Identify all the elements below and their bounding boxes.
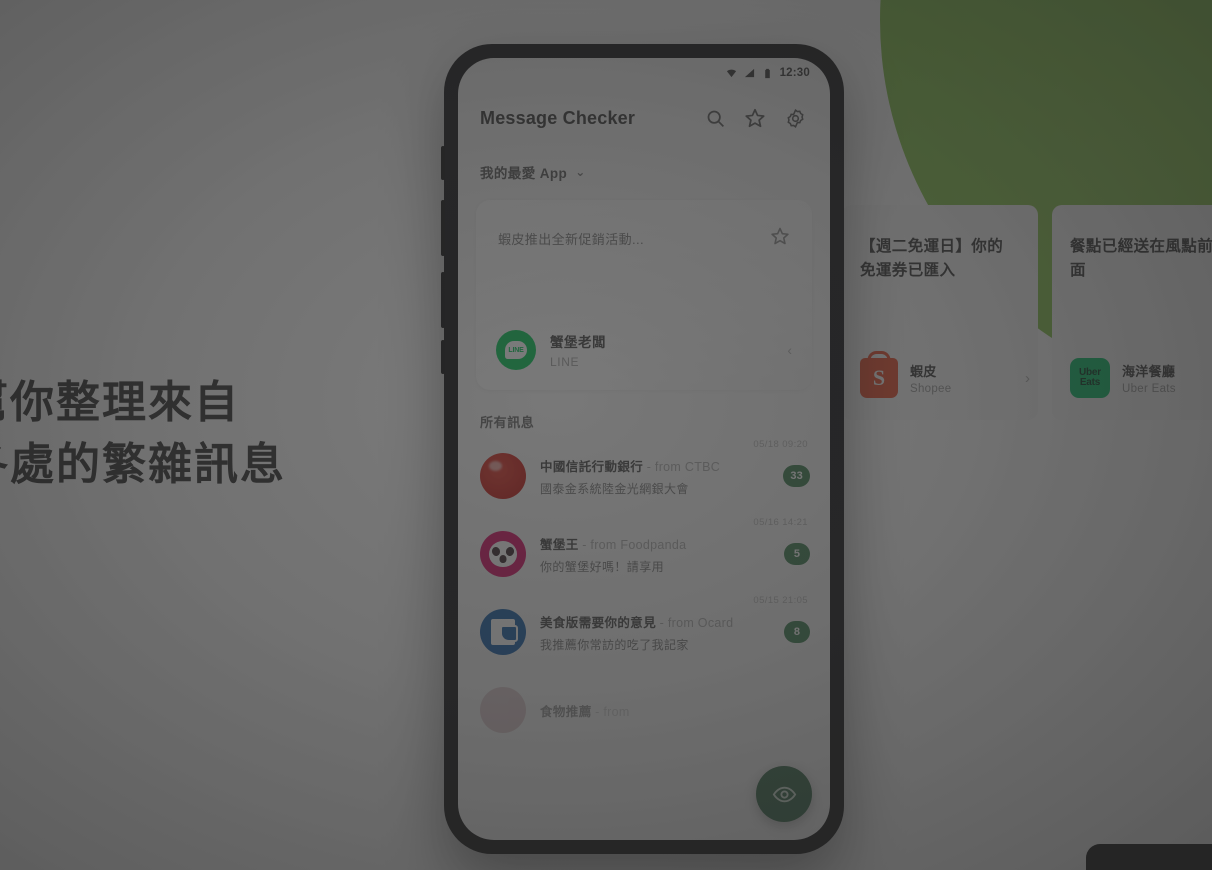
eye-icon: [772, 786, 796, 802]
favourite-app-source: LINE: [550, 355, 580, 369]
status-bar: 12:30: [458, 58, 830, 88]
message-preview: 國泰金系統陸金光網銀大會: [540, 481, 689, 496]
promo-app-row[interactable]: Uber Eats 海洋餐廳 Uber Eats ›: [1070, 358, 1212, 398]
message-list-item[interactable]: 05/16 14:21 蟹堡王 - from Foodpanda 你的蟹堡好嗎！…: [458, 515, 830, 593]
hero-line-1: 幫你整理來自: [0, 378, 240, 427]
screenshot-stage: 【週二免運日】你的 免運券已匯入 S 蝦皮 Shopee › 餐點已經送在風點前…: [0, 0, 1212, 870]
promo-headline: 餐點已經送在風點前 面: [1070, 238, 1212, 280]
phone-volume-up-button[interactable]: [441, 200, 445, 256]
message-header-line: 食物推薦 - from: [540, 701, 810, 720]
ocard-glyph: [491, 619, 518, 645]
message-header-line: 中國信託行動銀行 - from CTBC: [540, 456, 769, 475]
promo-app-row[interactable]: S 蝦皮 Shopee ›: [860, 358, 1030, 398]
message-source: - from Foodpanda: [582, 537, 687, 552]
message-list-item[interactable]: 05/18 09:20 中國信託行動銀行 - from CTBC 國泰金系統陸金…: [458, 437, 830, 515]
promo-app-title: 蝦皮: [910, 364, 937, 379]
app-bar: Message Checker: [458, 88, 830, 148]
message-source: - from Ocard: [659, 615, 734, 630]
partial-avatar: [480, 687, 526, 733]
battery-icon: [764, 68, 770, 78]
line-icon: LINE: [496, 330, 536, 370]
status-time: 12:30: [779, 67, 810, 79]
hero-headline: 幫你整理來自 各處的繁雜訊息: [0, 372, 394, 497]
promo-app-texts: 海洋餐廳 Uber Eats: [1122, 361, 1212, 395]
favourite-app-card[interactable]: 蝦皮推出全新促銷活動... LINE 蟹堡老闆 LINE ‹: [476, 200, 812, 390]
favourite-app-texts: 蟹堡老闆 LINE: [550, 331, 773, 369]
foodpanda-avatar: [480, 531, 526, 577]
message-sender: 食物推薦: [540, 704, 592, 719]
favourites-section-label: 我的最愛 App: [480, 166, 568, 181]
message-timestamp: 05/15 21:05: [753, 595, 808, 606]
message-texts: 中國信託行動銀行 - from CTBC 國泰金系統陸金光網銀大會: [540, 456, 769, 497]
star-icon[interactable]: [738, 101, 772, 135]
phone-side-button[interactable]: [441, 146, 445, 180]
star-outline-icon[interactable]: [770, 226, 790, 251]
message-header-line: 美食版需要你的意見 - from Ocard: [540, 612, 770, 631]
message-unread-badge: 8: [784, 621, 810, 643]
favourite-app-name: 蟹堡老闆: [550, 335, 606, 350]
message-source: - from: [595, 704, 630, 719]
ubereats-icon: Uber Eats: [1070, 358, 1110, 398]
panda-nose-glyph: [499, 555, 507, 563]
message-texts: 食物推薦 - from: [540, 701, 810, 720]
message-preview: 我推薦你常訪的吃了我記家: [540, 637, 689, 652]
chevron-down-icon[interactable]: ⌄: [575, 165, 585, 179]
promo-app-title: 海洋餐廳: [1122, 364, 1176, 379]
message-source: - from CTBC: [646, 459, 721, 474]
phone-power-button[interactable]: [441, 340, 445, 374]
promo-app-source: Uber Eats: [1122, 383, 1176, 395]
message-timestamp: 05/18 09:20: [753, 439, 808, 450]
message-texts: 蟹堡王 - from Foodpanda 你的蟹堡好嗎！請享用: [540, 534, 770, 575]
message-header-line: 蟹堡王 - from Foodpanda: [540, 534, 770, 553]
search-icon[interactable]: [698, 101, 732, 135]
favourite-app-row[interactable]: LINE 蟹堡老闆 LINE ‹: [496, 330, 792, 370]
promo-app-texts: 蝦皮 Shopee: [910, 361, 1013, 395]
app-title: Message Checker: [480, 107, 636, 128]
wifi-icon: [726, 69, 736, 77]
promo-card-shopee[interactable]: 【週二免運日】你的 免運券已匯入 S 蝦皮 Shopee ›: [842, 205, 1038, 420]
favourite-card-preview: 蝦皮推出全新促銷活動...: [498, 232, 645, 247]
bottom-right-nub: [1086, 844, 1212, 870]
panda-face-glyph: [489, 541, 517, 567]
message-sender: 中國信託行動銀行: [540, 459, 644, 474]
chevron-right-icon[interactable]: ›: [1025, 370, 1030, 387]
ocard-avatar: [480, 609, 526, 655]
line-icon-text: LINE: [505, 341, 527, 359]
message-sender: 蟹堡王: [540, 537, 579, 552]
promo-card-ubereats[interactable]: 餐點已經送在風點前 面 Uber Eats 海洋餐廳 Uber Eats ›: [1052, 205, 1212, 420]
message-unread-badge: 5: [784, 543, 810, 565]
message-sender: 美食版需要你的意見: [540, 615, 657, 630]
settings-icon[interactable]: [778, 101, 812, 135]
phone-volume-down-button[interactable]: [441, 272, 445, 328]
chevron-left-icon[interactable]: ‹: [787, 342, 792, 358]
ubereats-icon-line2: Eats: [1079, 377, 1101, 388]
message-unread-badge: 33: [783, 465, 810, 487]
message-preview: 你的蟹堡好嗎！請享用: [540, 559, 665, 574]
phone-device: 12:30 Message Checker 我的最愛 App ⌄ 蝦皮推出全新促…: [441, 44, 844, 854]
shopee-icon: S: [860, 358, 898, 398]
preview-fab-button[interactable]: [756, 766, 812, 822]
promo-app-source: Shopee: [910, 383, 952, 395]
ctbc-avatar: [480, 453, 526, 499]
phone-screen: 12:30 Message Checker 我的最愛 App ⌄ 蝦皮推出全新促…: [458, 58, 830, 840]
promo-headline: 【週二免運日】你的 免運券已匯入: [860, 238, 1004, 280]
message-list-item[interactable]: 食物推薦 - from: [458, 671, 830, 749]
favourites-section-header[interactable]: 我的最愛 App ⌄: [458, 148, 830, 192]
message-list-item[interactable]: 05/15 21:05 美食版需要你的意見 - from Ocard 我推薦你常…: [458, 593, 830, 671]
message-texts: 美食版需要你的意見 - from Ocard 我推薦你常訪的吃了我記家: [540, 612, 770, 653]
messages-section-label: 所有訊息: [480, 415, 535, 430]
signal-icon: [744, 68, 754, 77]
message-timestamp: 05/16 14:21: [753, 517, 808, 528]
hero-line-2: 各處的繁雜訊息: [0, 440, 286, 490]
